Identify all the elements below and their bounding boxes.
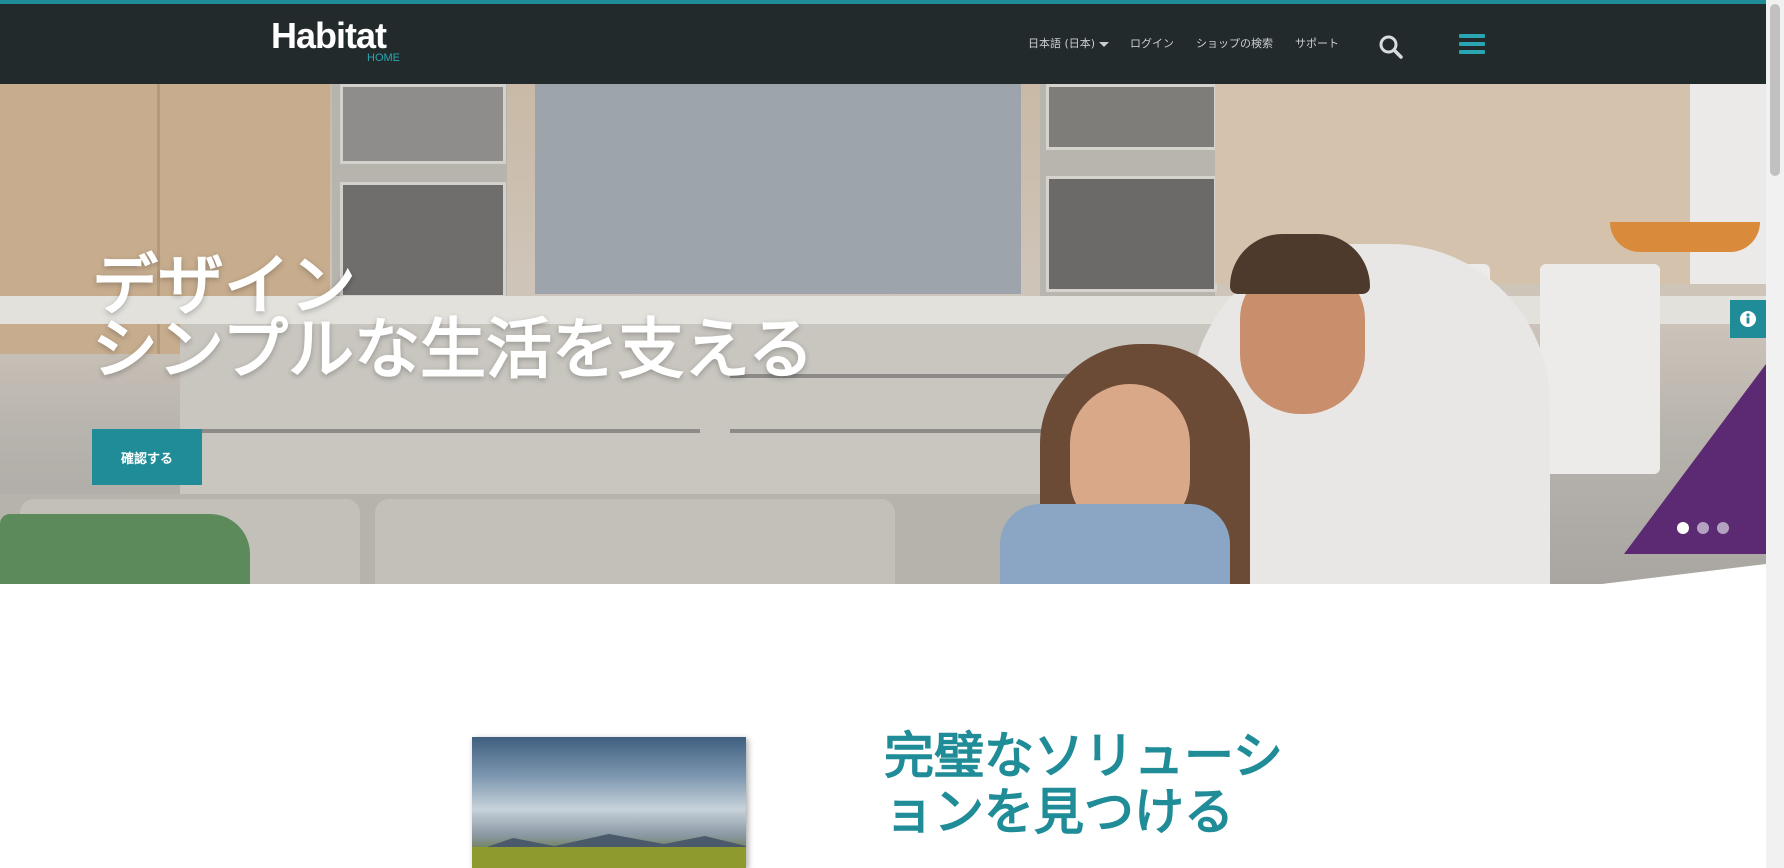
logo-subtitle: HOME <box>367 52 400 64</box>
hero-banner: デザイン シンプルな生活を支える 確認する <box>0 84 1766 584</box>
habitat-logo[interactable]: Habitat HOME <box>271 15 400 65</box>
search-icon[interactable] <box>1378 34 1404 60</box>
language-label: 日本語 (日本) <box>1028 37 1096 50</box>
feature-image <box>472 737 746 868</box>
slider-dots <box>1677 522 1729 534</box>
slider-dot-3[interactable] <box>1717 522 1729 534</box>
nav-store-locator[interactable]: ショップの検索 <box>1196 35 1273 51</box>
nav-support[interactable]: サポート <box>1295 35 1339 51</box>
hero-cta-button[interactable]: 確認する <box>92 429 202 485</box>
slider-dot-1[interactable] <box>1677 522 1689 534</box>
logo-wordmark: Habitat <box>271 15 387 56</box>
scrollbar-thumb[interactable] <box>1770 4 1780 176</box>
hero-title-line-2: シンプルな生活を支える <box>92 311 815 388</box>
feature-title: 完璧なソリューションを見つける <box>884 727 1283 841</box>
info-tab[interactable] <box>1730 300 1766 338</box>
page-scrollbar[interactable] <box>1766 0 1784 868</box>
caret-down-icon <box>1099 41 1110 47</box>
info-icon <box>1740 311 1756 327</box>
nav-login[interactable]: ログイン <box>1130 35 1174 51</box>
language-selector[interactable]: 日本語 (日本) <box>1028 35 1110 51</box>
slider-dot-2[interactable] <box>1697 522 1709 534</box>
menu-icon[interactable] <box>1459 32 1485 56</box>
site-header: Habitat HOME 日本語 (日本) ログイン ショップの検索 サポート <box>0 4 1766 84</box>
hero-title: デザイン シンプルな生活を支える <box>92 253 814 383</box>
